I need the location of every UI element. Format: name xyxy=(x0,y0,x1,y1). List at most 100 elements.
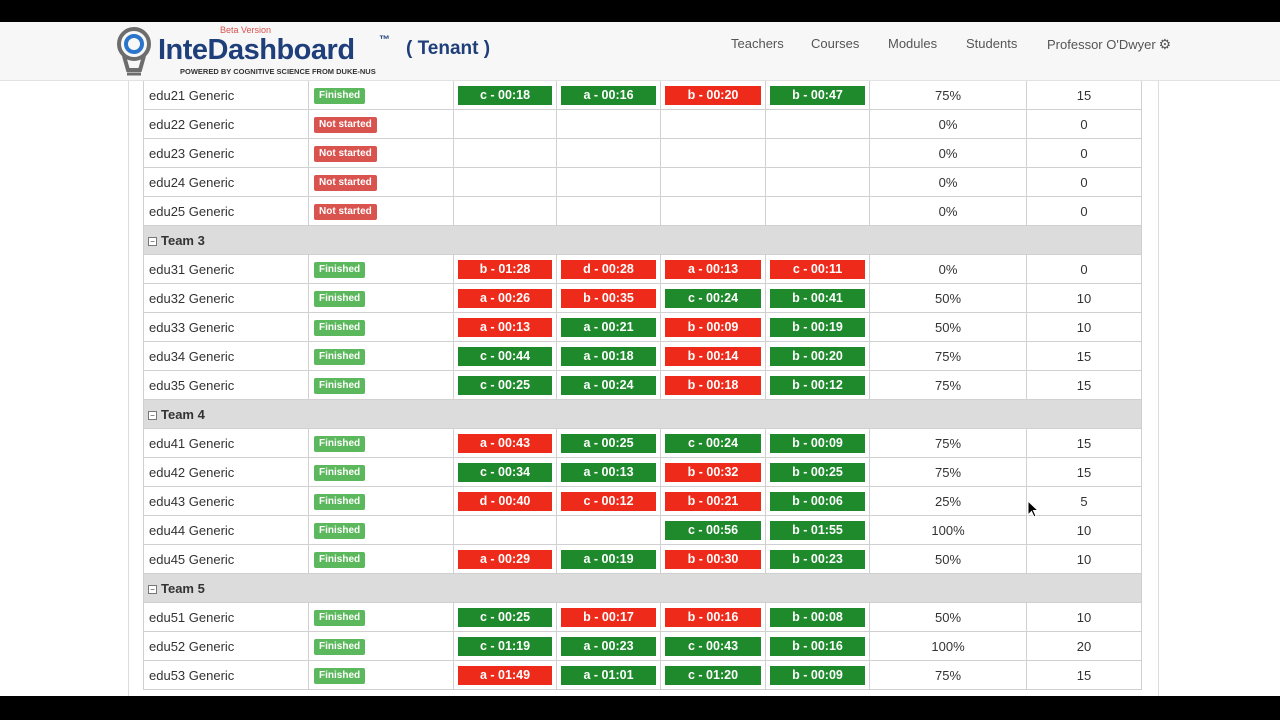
wrong-answer-badge: d - 00:28 xyxy=(561,259,656,279)
answer-cell-q1: c - 00:34 xyxy=(453,457,557,487)
correct-answer-badge: b - 00:08 xyxy=(770,607,865,627)
gear-icon[interactable]: ⚙ xyxy=(1159,36,1172,53)
wrong-answer-badge: a - 00:13 xyxy=(458,317,552,337)
student-name: edu41 Generic xyxy=(143,428,309,458)
correct-answer-badge: c - 00:43 xyxy=(665,636,761,656)
collapse-toggle-icon[interactable]: − xyxy=(148,584,157,594)
answer-cell-q1: c - 00:18 xyxy=(453,80,557,110)
answer-cell-q1: b - 01:28 xyxy=(453,254,557,284)
nav-modules[interactable]: Modules xyxy=(888,36,937,51)
nav-students[interactable]: Students xyxy=(966,36,1017,51)
percent-correct: 75% xyxy=(869,341,1027,371)
score: 15 xyxy=(1026,341,1142,371)
student-name: edu21 Generic xyxy=(143,80,309,110)
answer-cell-q3: b - 00:32 xyxy=(660,457,766,487)
answer-cell-q3: b - 00:09 xyxy=(660,312,766,342)
wrong-answer-badge: b - 00:17 xyxy=(561,607,656,627)
status-cell: Finished xyxy=(308,486,454,516)
team-header-row[interactable]: − Team 3 xyxy=(143,225,1142,255)
intedashboard-logo[interactable]: Beta Version InteDashboard ™ POWERED BY … xyxy=(110,24,410,80)
status-badge: Finished xyxy=(314,378,366,394)
answer-cell-q4 xyxy=(765,138,870,168)
answer-cell-q1 xyxy=(453,196,557,226)
tenant-label: ( Tenant ) xyxy=(406,38,491,59)
percent-correct: 100% xyxy=(869,515,1027,545)
wrong-answer-badge: b - 00:16 xyxy=(665,607,761,627)
status-cell: Finished xyxy=(308,370,454,400)
answer-cell-q2: b - 00:35 xyxy=(556,283,661,313)
score: 10 xyxy=(1026,283,1142,313)
status-cell: Finished xyxy=(308,631,454,661)
student-name: edu33 Generic xyxy=(143,312,309,342)
status-cell: Not started xyxy=(308,196,454,226)
status-badge: Finished xyxy=(314,552,366,568)
collapse-toggle-icon[interactable]: − xyxy=(148,410,157,420)
score: 0 xyxy=(1026,167,1142,197)
percent-correct: 100% xyxy=(869,631,1027,661)
wrong-answer-badge: b - 00:20 xyxy=(665,85,761,105)
student-name: edu22 Generic xyxy=(143,109,309,139)
answer-cell-q2: d - 00:28 xyxy=(556,254,661,284)
correct-answer-badge: b - 00:16 xyxy=(770,636,865,656)
answer-cell-q3: c - 00:43 xyxy=(660,631,766,661)
answer-cell-q4 xyxy=(765,196,870,226)
score: 15 xyxy=(1026,428,1142,458)
percent-correct: 0% xyxy=(869,254,1027,284)
answer-cell-q2: a - 00:25 xyxy=(556,428,661,458)
team-header-cell: − Team 3 xyxy=(143,225,1142,255)
correct-answer-badge: b - 00:20 xyxy=(770,346,865,366)
team-label: Team 5 xyxy=(161,580,205,596)
status-badge: Finished xyxy=(314,494,366,510)
student-results-table: edu21 Generic Finished c - 00:18 a - 00:16 b… xyxy=(143,80,1142,690)
team-header-cell: − Team 5 xyxy=(143,573,1142,603)
correct-answer-badge: b - 00:09 xyxy=(770,433,865,453)
student-name: edu42 Generic xyxy=(143,457,309,487)
answer-cell-q2 xyxy=(556,515,661,545)
correct-answer-badge: b - 00:41 xyxy=(770,288,865,308)
table-row: edu33 Generic Finished a - 00:13 a - 00:21 b… xyxy=(143,312,1142,342)
percent-correct: 0% xyxy=(869,196,1027,226)
correct-answer-badge: b - 00:25 xyxy=(770,462,865,482)
status-cell: Finished xyxy=(308,80,454,110)
wrong-answer-badge: c - 00:11 xyxy=(770,259,865,279)
answer-cell-q3: b - 00:16 xyxy=(660,602,766,632)
wrong-answer-badge: b - 01:28 xyxy=(458,259,552,279)
user-menu[interactable]: Professor O'Dwyer ⚙ xyxy=(1047,36,1171,53)
app-title: InteDashboard xyxy=(158,34,355,66)
wrong-answer-badge: b - 00:09 xyxy=(665,317,761,337)
wrong-answer-badge: a - 01:49 xyxy=(458,665,552,685)
correct-answer-badge: a - 00:23 xyxy=(561,636,656,656)
team-header-row[interactable]: − Team 4 xyxy=(143,399,1142,429)
status-badge: Finished xyxy=(314,262,366,278)
correct-answer-badge: b - 00:06 xyxy=(770,491,865,511)
percent-correct: 75% xyxy=(869,428,1027,458)
answer-cell-q2 xyxy=(556,196,661,226)
score: 15 xyxy=(1026,80,1142,110)
answer-cell-q3: b - 00:20 xyxy=(660,80,766,110)
status-badge: Not started xyxy=(314,204,377,220)
nav-courses[interactable]: Courses xyxy=(811,36,859,51)
answer-cell-q2: a - 01:01 xyxy=(556,660,661,690)
collapse-toggle-icon[interactable]: − xyxy=(148,236,157,246)
percent-correct: 75% xyxy=(869,370,1027,400)
nav-teachers[interactable]: Teachers xyxy=(731,36,784,51)
answer-cell-q3: c - 01:20 xyxy=(660,660,766,690)
student-name: edu34 Generic xyxy=(143,341,309,371)
answer-cell-q4: c - 00:11 xyxy=(765,254,870,284)
answer-cell-q3: b - 00:21 xyxy=(660,486,766,516)
student-name: edu53 Generic xyxy=(143,660,309,690)
status-badge: Finished xyxy=(314,465,366,481)
score: 15 xyxy=(1026,660,1142,690)
wrong-answer-badge: a - 00:29 xyxy=(458,549,552,569)
answer-cell-q1: a - 00:26 xyxy=(453,283,557,313)
table-row: edu23 Generic Not started 0% 0 xyxy=(143,138,1142,168)
status-cell: Finished xyxy=(308,660,454,690)
answer-cell-q4: b - 00:23 xyxy=(765,544,870,574)
answer-cell-q1 xyxy=(453,109,557,139)
answer-cell-q4 xyxy=(765,167,870,197)
answer-cell-q1: c - 01:19 xyxy=(453,631,557,661)
answer-cell-q4: b - 00:41 xyxy=(765,283,870,313)
percent-correct: 75% xyxy=(869,660,1027,690)
percent-correct: 75% xyxy=(869,457,1027,487)
team-header-row[interactable]: − Team 5 xyxy=(143,573,1142,603)
